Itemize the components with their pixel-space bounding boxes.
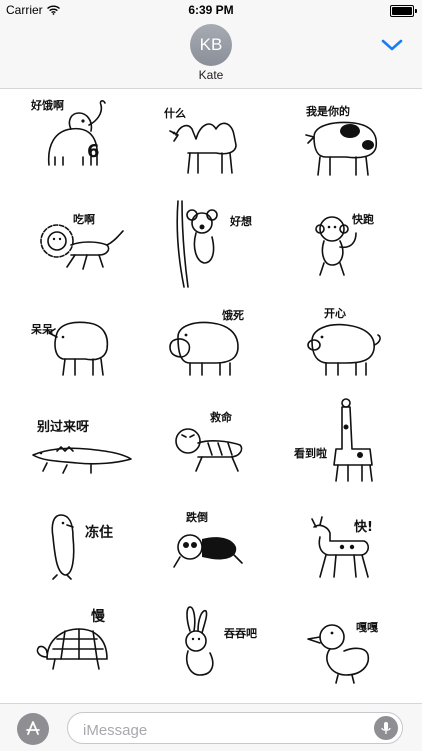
cow-icon: 我是你的 bbox=[305, 104, 378, 176]
elephant-icon: 6 好饿啊 bbox=[30, 98, 106, 166]
microphone-icon bbox=[381, 722, 391, 734]
sticker-crocodile[interactable]: 别过来呀 bbox=[27, 397, 137, 489]
sticker-turtle[interactable]: 慢 bbox=[27, 597, 137, 689]
sticker-cow[interactable]: 我是你的 bbox=[290, 95, 400, 187]
sticker-giraffe[interactable]: 看到啦 bbox=[290, 397, 400, 489]
sticker-rabbit[interactable]: 吞吞吧 bbox=[156, 597, 266, 689]
rhino-icon: 呆呆 bbox=[30, 321, 109, 376]
sticker-caption: 开心 bbox=[324, 307, 346, 320]
monkey-icon: 快跑 bbox=[315, 212, 374, 276]
sticker-tiger[interactable]: 救命 bbox=[156, 397, 266, 489]
sticker-grid: 6 好饿啊 什么 我是你的 吃啊 好想 快跑 呆呆 饿死 开心 别过来呀 救命 … bbox=[0, 89, 422, 701]
app-store-button[interactable] bbox=[17, 713, 49, 745]
sticker-elephant[interactable]: 6 好饿啊 bbox=[27, 95, 137, 187]
sticker-hippo[interactable]: 饿死 bbox=[156, 297, 266, 389]
microphone-button[interactable] bbox=[374, 716, 398, 740]
sticker-caption: 快! bbox=[354, 519, 373, 535]
sticker-caption: 什么 bbox=[164, 106, 186, 120]
sticker-caption: 我是你的 bbox=[306, 104, 350, 118]
sticker-caption: 别过来呀 bbox=[36, 419, 89, 435]
pig-icon: 开心 bbox=[307, 307, 381, 376]
crocodile-icon: 别过来呀 bbox=[32, 419, 132, 474]
message-input-bar bbox=[0, 703, 422, 751]
sticker-caption: 跌倒 bbox=[186, 510, 208, 524]
hippo-icon: 饿死 bbox=[169, 308, 244, 376]
sticker-penguin[interactable]: 冻住 bbox=[27, 497, 137, 589]
sticker-lion[interactable]: 吃啊 bbox=[27, 197, 137, 289]
svg-text:6: 6 bbox=[87, 141, 100, 162]
sticker-caption: 看到啦 bbox=[294, 446, 327, 460]
sticker-caption: 快跑 bbox=[351, 212, 374, 226]
conversation-header: KB Kate bbox=[0, 20, 422, 89]
panda-icon: 跌倒 bbox=[173, 510, 243, 568]
sticker-caption: 嘎嘎 bbox=[356, 621, 378, 634]
turtle-icon: 慢 bbox=[36, 608, 108, 670]
message-field[interactable] bbox=[67, 712, 403, 744]
tiger-icon: 救命 bbox=[175, 410, 243, 472]
sticker-caption: 救命 bbox=[210, 410, 233, 424]
sticker-pig[interactable]: 开心 bbox=[290, 297, 400, 389]
sticker-caption: 慢 bbox=[91, 608, 106, 625]
sticker-caption: 饿死 bbox=[221, 308, 244, 322]
penguin-icon: 冻住 bbox=[51, 514, 113, 580]
sticker-rhino[interactable]: 呆呆 bbox=[27, 297, 137, 389]
contact-name[interactable]: Kate bbox=[0, 68, 422, 82]
sticker-caption: 吃啊 bbox=[73, 212, 95, 226]
battery-icon bbox=[390, 5, 417, 17]
duck-icon: 嘎嘎 bbox=[307, 621, 378, 684]
camel-icon: 什么 bbox=[164, 106, 237, 174]
giraffe-icon: 看到啦 bbox=[294, 398, 373, 482]
sticker-deer[interactable]: 快! bbox=[290, 497, 400, 589]
message-input[interactable] bbox=[81, 719, 365, 741]
sticker-caption: 呆呆 bbox=[30, 323, 54, 336]
sticker-koala[interactable]: 好想 bbox=[156, 197, 266, 289]
status-bar: Carrier 6:39 PM bbox=[0, 0, 422, 20]
sticker-duck[interactable]: 嘎嘎 bbox=[290, 597, 400, 689]
clock: 6:39 PM bbox=[188, 3, 234, 17]
battery-fill bbox=[392, 7, 412, 15]
app-store-icon bbox=[26, 721, 40, 735]
chevron-down-icon[interactable] bbox=[380, 38, 404, 52]
avatar[interactable]: KB bbox=[190, 24, 232, 66]
sticker-panda[interactable]: 跌倒 bbox=[156, 497, 266, 589]
sticker-caption: 冻住 bbox=[85, 524, 113, 541]
sticker-camel[interactable]: 什么 bbox=[156, 95, 266, 187]
sticker-caption: 吞吞吧 bbox=[224, 627, 257, 640]
rabbit-icon: 吞吞吧 bbox=[185, 606, 257, 676]
deer-icon: 快! bbox=[311, 516, 373, 578]
sticker-caption: 好饿啊 bbox=[30, 98, 64, 112]
lion-icon: 吃啊 bbox=[40, 212, 124, 270]
sticker-caption: 好想 bbox=[229, 214, 252, 228]
sticker-monkey[interactable]: 快跑 bbox=[290, 197, 400, 289]
koala-icon: 好想 bbox=[176, 200, 252, 288]
